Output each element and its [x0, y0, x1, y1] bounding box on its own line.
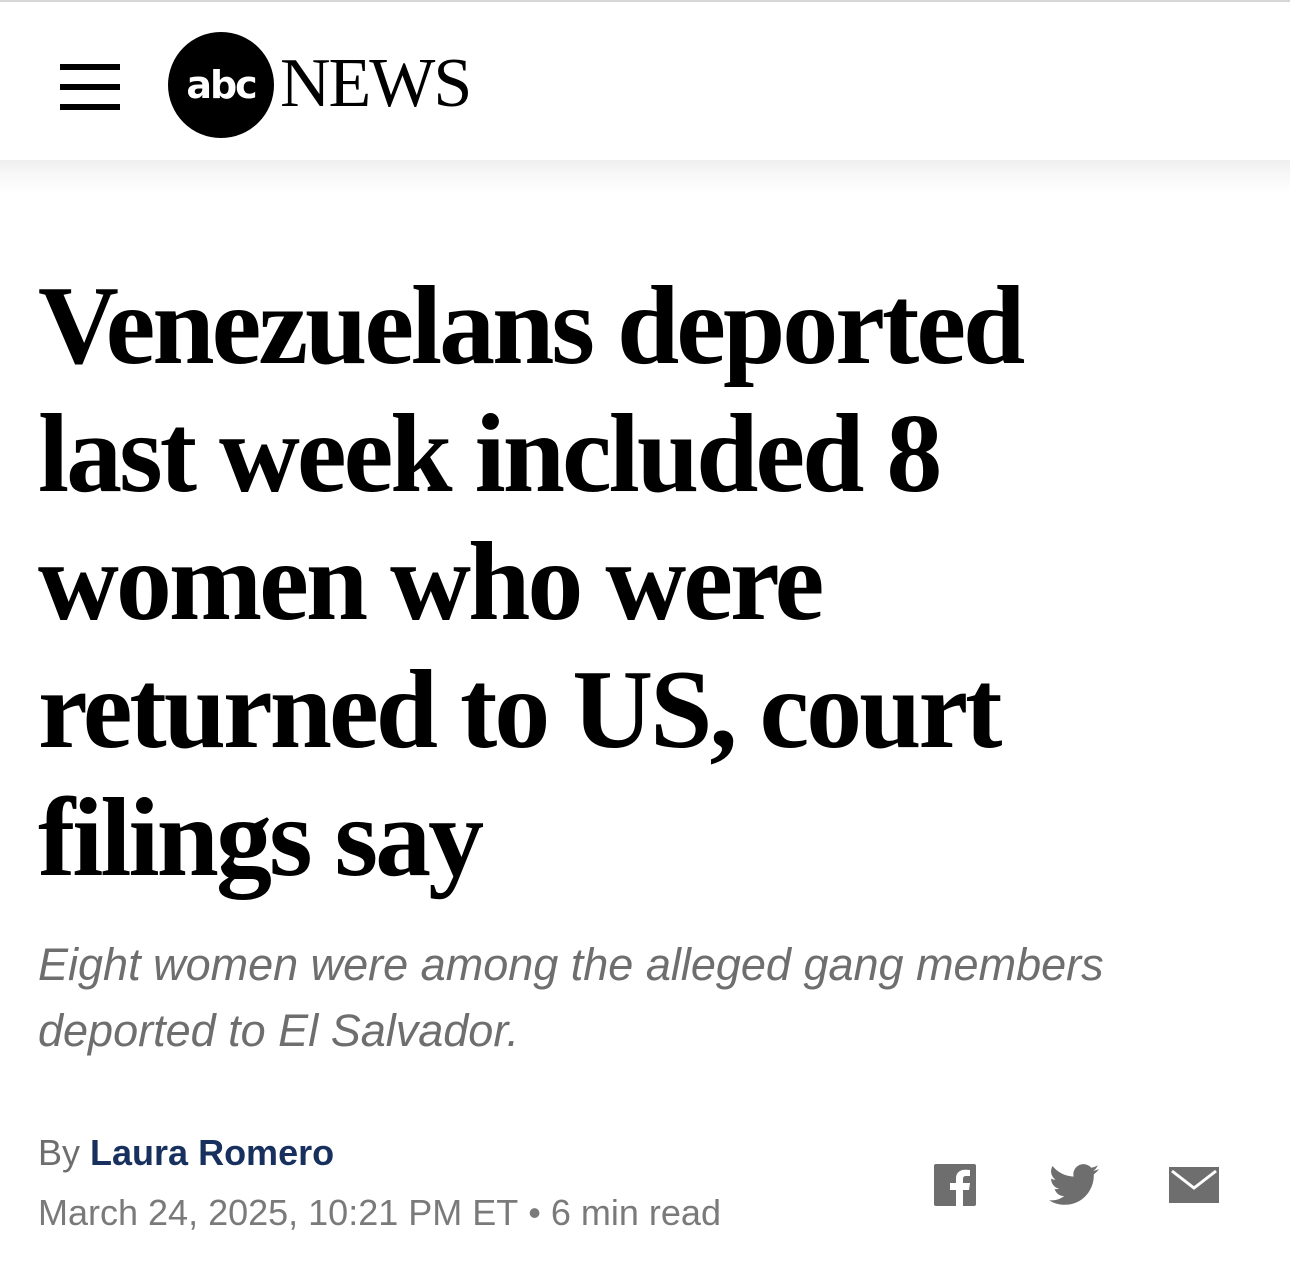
article-subheadline: Eight women were among the alleged gang …	[38, 939, 1104, 1056]
facebook-share-button[interactable]	[930, 1160, 980, 1210]
twitter-icon	[1049, 1164, 1099, 1205]
twitter-share-button[interactable]	[1048, 1160, 1100, 1210]
byline: By Laura Romero	[38, 1128, 334, 1178]
abc-news-logo[interactable]: abc NEWS	[168, 32, 498, 140]
article-meta: March 24, 2025, 10:21 PM ET • 6 min read	[38, 1188, 721, 1238]
read-time: 6 min read	[550, 1192, 721, 1233]
author-link[interactable]: Laura Romero	[90, 1132, 334, 1173]
facebook-icon	[934, 1164, 976, 1207]
publish-date: March 24, 2025, 10:21 PM ET	[38, 1192, 519, 1233]
logo-news-text: NEWS	[280, 45, 472, 122]
hamburger-menu-icon[interactable]	[60, 64, 120, 110]
logo-abc-text: abc	[186, 63, 257, 107]
email-icon	[1169, 1167, 1219, 1203]
site-header: abc NEWS	[0, 2, 1290, 160]
byline-prefix: By	[38, 1132, 81, 1173]
meta-separator: •	[528, 1192, 541, 1233]
email-share-button[interactable]	[1168, 1160, 1220, 1210]
article-headline: Venezuelans deported last week included …	[38, 264, 1025, 900]
header-shadow	[0, 160, 1290, 194]
